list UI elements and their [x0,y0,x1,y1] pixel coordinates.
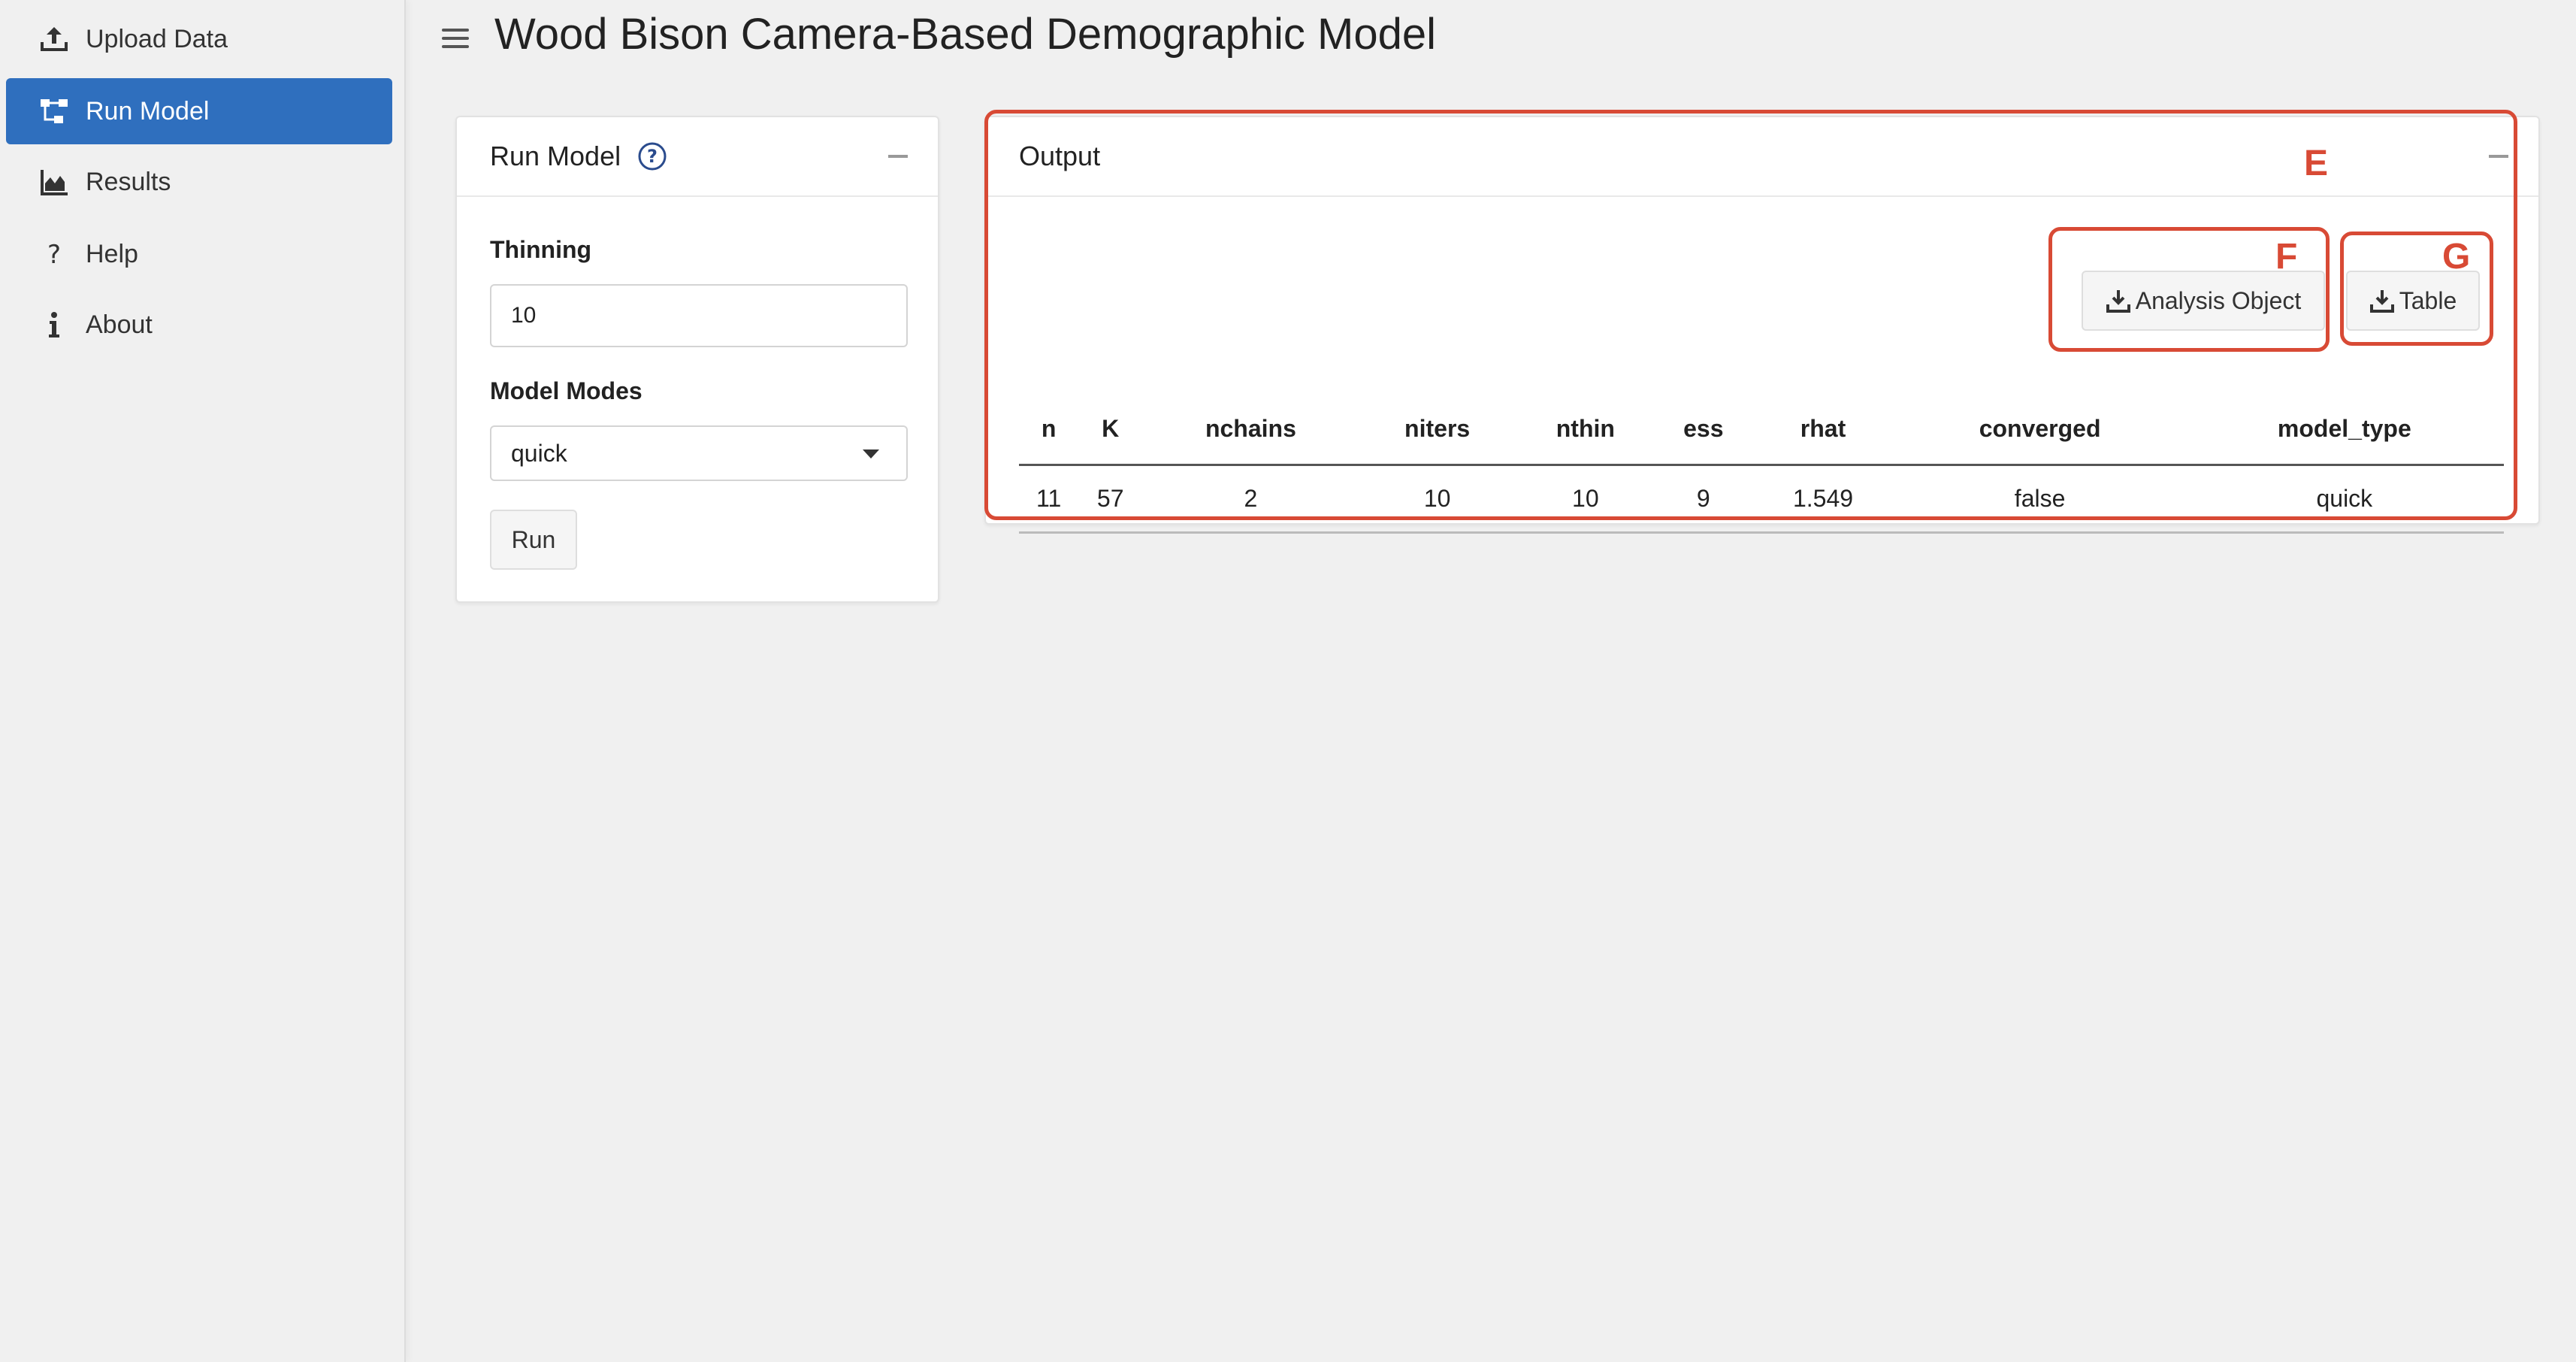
app-root: Upload Data Run Model Results ? Help Abo… [0,0,2576,1362]
table-cell: 9 [1655,465,1752,534]
sidebar-item-label: Results [86,167,171,196]
sidebar-item-label: Run Model [86,96,210,126]
question-icon: ? [39,239,69,269]
card-title: Run Model [490,141,621,171]
svg-text:?: ? [647,146,658,167]
column-header: K [1078,394,1143,466]
card-title: Output [1019,141,1101,171]
sidebar-item-run-model[interactable]: Run Model [6,78,392,144]
table-cell: quick [2184,465,2504,534]
download-icon [2106,290,2130,313]
table-header-row: n K nchains niters nthin ess rhat conver… [1019,394,2504,466]
sidebar: Upload Data Run Model Results ? Help Abo… [0,0,406,1362]
upload-icon [39,24,69,54]
area-chart-icon [39,167,69,197]
table-cell: 10 [1515,465,1656,534]
download-icon [2369,290,2394,313]
sidebar-item-label: About [86,310,153,339]
help-circle-icon[interactable]: ? [637,141,667,171]
column-header: n [1019,394,1079,466]
sidebar-item-label: Help [86,239,138,268]
collapse-button[interactable] [2489,155,2508,158]
sidebar-item-about[interactable]: About [6,292,392,358]
annotation-label-e: E [2304,144,2329,183]
column-header: nthin [1515,394,1656,466]
column-header: converged [1894,394,2185,466]
model-modes-value: quick [511,439,567,467]
column-header: rhat [1751,394,1895,466]
table-cell: 2 [1142,465,1359,534]
annotation-label-g: G [2442,237,2471,277]
hamburger-menu-icon[interactable] [442,26,469,51]
header: Wood Bison Camera-Based Demographic Mode… [406,0,2576,75]
column-header: model_type [2184,394,2504,466]
table-row: 11 57 2 10 10 9 1.549 false quick [1019,465,2504,534]
chevron-down-icon [863,449,879,459]
model-modes-select[interactable]: quick [490,425,908,481]
run-button[interactable]: Run [490,510,577,570]
thinning-input[interactable] [490,284,908,347]
sidebar-item-label: Upload Data [86,24,228,53]
table-cell: false [1894,465,2185,534]
button-label: Table [2399,286,2457,314]
model-modes-label: Model Modes [490,377,642,404]
download-analysis-object-button[interactable]: Analysis Object [2082,271,2325,331]
table-cell: 57 [1078,465,1143,534]
column-header: ess [1655,394,1752,466]
card-header: Run Model ? [457,117,938,197]
sitemap-icon [39,96,69,126]
svg-text:?: ? [47,240,61,269]
page-title: Wood Bison Camera-Based Demographic Mode… [494,10,1436,59]
column-header: niters [1359,394,1516,466]
table-cell: 1.549 [1751,465,1895,534]
download-table-button[interactable]: Table [2346,271,2480,331]
collapse-button[interactable] [888,155,908,158]
run-model-card: Run Model ? Thinning Model Modes quick R… [455,116,939,603]
table-cell: 10 [1359,465,1516,534]
sidebar-item-help[interactable]: ? Help [6,221,392,287]
column-header: nchains [1142,394,1359,466]
button-label: Analysis Object [2135,286,2302,314]
output-table: n K nchains niters nthin ess rhat conver… [1019,394,2504,534]
thinning-label: Thinning [490,236,592,263]
table-cell: 11 [1019,465,1079,534]
sidebar-item-upload-data[interactable]: Upload Data [6,6,392,72]
sidebar-item-results[interactable]: Results [6,149,392,215]
annotation-label-f: F [2275,237,2298,277]
info-icon [39,310,69,340]
